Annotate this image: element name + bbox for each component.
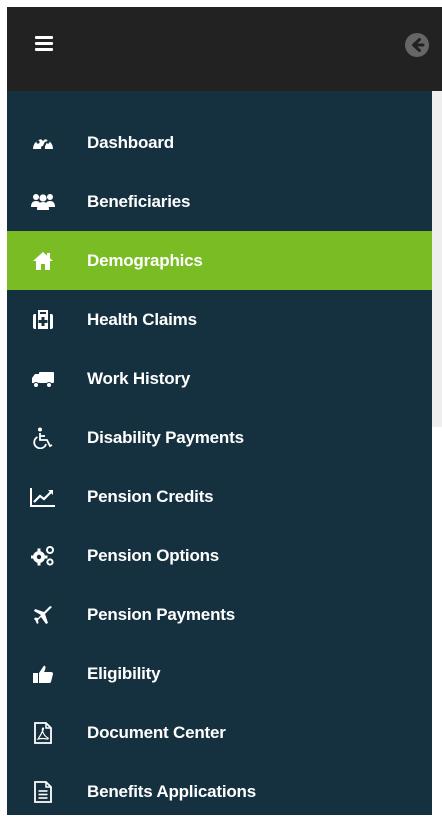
hamburger-line (35, 36, 53, 39)
sidebar-item-health-claims[interactable]: Health Claims (7, 290, 432, 349)
medical-kit-icon (30, 309, 56, 331)
pdf-file-icon (30, 721, 56, 744)
sidebar-item-label: Health Claims (87, 309, 197, 329)
dashboard-gauge-icon (30, 132, 56, 154)
hamburger-line (35, 48, 53, 51)
top-bar (7, 7, 442, 91)
sidebar-item-dashboard[interactable]: Dashboard (7, 113, 432, 172)
sidebar-item-label: Dashboard (87, 132, 174, 152)
line-chart-icon (30, 486, 56, 508)
sidebar-item-document-center[interactable]: Document Center (7, 703, 432, 762)
truck-icon (30, 368, 56, 390)
sidebar: Dashboard Beneficiaries Demographics Hea… (7, 91, 432, 815)
sidebar-item-work-history[interactable]: Work History (7, 349, 432, 408)
hamburger-menu-icon[interactable] (30, 30, 60, 60)
home-icon (30, 250, 56, 272)
hamburger-line (35, 42, 53, 45)
text-file-icon (30, 780, 56, 803)
sidebar-item-label: Pension Options (87, 545, 220, 565)
sidebar-item-disability-payments[interactable]: Disability Payments (7, 408, 432, 467)
sidebar-item-label: Disability Payments (87, 427, 244, 447)
sidebar-nav: Dashboard Beneficiaries Demographics Hea… (7, 113, 432, 821)
plane-icon (30, 604, 56, 626)
users-group-icon (30, 191, 56, 213)
sidebar-item-label: Document Center (87, 722, 226, 742)
sidebar-item-pension-credits[interactable]: Pension Credits (7, 467, 432, 526)
sidebar-item-beneficiaries[interactable]: Beneficiaries (7, 172, 432, 231)
sidebar-item-label: Work History (87, 368, 191, 388)
sidebar-item-label: Benefits Applications (87, 781, 256, 801)
content-edge (432, 91, 442, 427)
sidebar-item-demographics[interactable]: Demographics (7, 231, 432, 290)
thumbs-up-icon (30, 663, 56, 685)
sidebar-item-pension-options[interactable]: Pension Options (7, 526, 432, 585)
sidebar-item-label: Pension Payments (87, 604, 235, 624)
sidebar-item-label: Pension Credits (87, 486, 214, 506)
wheelchair-icon (30, 427, 56, 449)
arrow-left-circle-icon[interactable] (404, 32, 430, 58)
sidebar-item-pension-payments[interactable]: Pension Payments (7, 585, 432, 644)
sidebar-item-label: Eligibility (87, 663, 161, 683)
sidebar-item-benefits-applications[interactable]: Benefits Applications (7, 762, 432, 821)
sidebar-item-eligibility[interactable]: Eligibility (7, 644, 432, 703)
sidebar-item-label: Beneficiaries (87, 191, 191, 211)
gears-icon (30, 545, 56, 567)
sidebar-item-label: Demographics (87, 250, 203, 270)
